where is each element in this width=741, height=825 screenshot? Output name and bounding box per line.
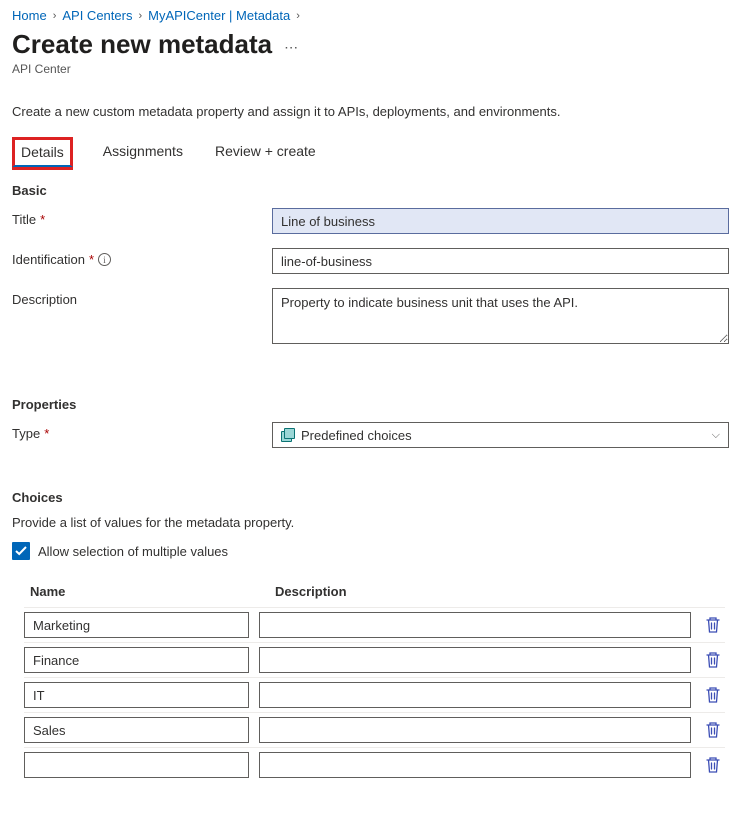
trash-icon	[705, 721, 721, 739]
table-row	[24, 607, 725, 642]
choice-desc-input[interactable]	[259, 682, 691, 708]
title-input[interactable]	[272, 208, 729, 234]
required-indicator: *	[89, 252, 94, 267]
type-select[interactable]: Predefined choices ⌵	[272, 422, 729, 448]
tabs: Details Assignments Review + create	[12, 137, 729, 167]
choice-desc-input[interactable]	[259, 612, 691, 638]
breadcrumb-metadata[interactable]: MyAPICenter | Metadata	[148, 8, 290, 23]
table-row	[24, 712, 725, 747]
allow-multi-checkbox[interactable]	[12, 542, 30, 560]
breadcrumb-centers[interactable]: API Centers	[62, 8, 132, 23]
column-header-desc: Description	[269, 584, 693, 599]
description-input[interactable]	[272, 288, 729, 344]
choices-table: Name Description	[24, 584, 725, 782]
intro-text: Create a new custom metadata property an…	[12, 104, 729, 119]
table-row	[24, 677, 725, 712]
choice-name-input[interactable]	[24, 647, 249, 673]
type-label: Type *	[12, 422, 272, 441]
required-indicator: *	[44, 426, 49, 441]
choice-name-input[interactable]	[24, 612, 249, 638]
breadcrumb-home[interactable]: Home	[12, 8, 47, 23]
more-actions-button[interactable]: ⋯	[284, 39, 299, 56]
check-icon	[15, 545, 27, 557]
choice-desc-input[interactable]	[259, 752, 691, 778]
chevron-down-icon: ⌵	[712, 429, 720, 442]
chevron-right-icon: ›	[53, 10, 57, 22]
identification-input[interactable]	[272, 248, 729, 274]
chevron-right-icon: ›	[138, 10, 142, 22]
description-label: Description	[12, 288, 272, 307]
trash-icon	[705, 616, 721, 634]
tab-assignments[interactable]: Assignments	[101, 137, 185, 167]
choice-name-input[interactable]	[24, 752, 249, 778]
breadcrumb: Home › API Centers › MyAPICenter | Metad…	[12, 8, 729, 23]
delete-row-button[interactable]	[701, 613, 725, 637]
choices-intro: Provide a list of values for the metadat…	[12, 515, 729, 530]
delete-row-button[interactable]	[701, 648, 725, 672]
table-row	[24, 747, 725, 782]
section-properties-header: Properties	[12, 397, 729, 412]
table-row	[24, 642, 725, 677]
section-choices-header: Choices	[12, 490, 729, 505]
column-header-name: Name	[24, 584, 269, 599]
choice-desc-input[interactable]	[259, 647, 691, 673]
trash-icon	[705, 686, 721, 704]
delete-row-button[interactable]	[701, 753, 725, 777]
choice-name-input[interactable]	[24, 717, 249, 743]
type-value: Predefined choices	[301, 428, 412, 443]
tab-review-create[interactable]: Review + create	[213, 137, 318, 167]
choice-name-input[interactable]	[24, 682, 249, 708]
predefined-choices-icon	[281, 428, 295, 442]
delete-row-button[interactable]	[701, 718, 725, 742]
trash-icon	[705, 651, 721, 669]
allow-multi-label: Allow selection of multiple values	[38, 544, 228, 559]
info-icon[interactable]: i	[98, 253, 111, 266]
section-basic-header: Basic	[12, 183, 729, 198]
chevron-right-icon: ›	[296, 10, 300, 22]
title-label: Title *	[12, 208, 272, 227]
page-subtitle: API Center	[12, 62, 729, 76]
required-indicator: *	[40, 212, 45, 227]
identification-label: Identification * i	[12, 248, 272, 267]
choice-desc-input[interactable]	[259, 717, 691, 743]
tab-details[interactable]: Details	[12, 137, 73, 167]
page-title: Create new metadata	[12, 29, 272, 60]
trash-icon	[705, 756, 721, 774]
delete-row-button[interactable]	[701, 683, 725, 707]
